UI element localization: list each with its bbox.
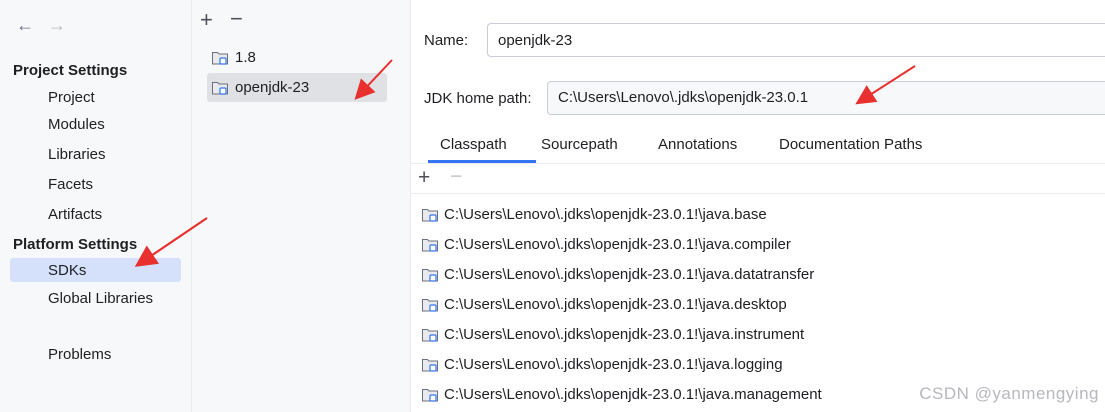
folder-icon xyxy=(212,82,228,95)
name-field[interactable] xyxy=(487,23,1105,57)
folder-icon xyxy=(422,359,438,372)
toolbar-divider xyxy=(411,193,1105,194)
classpath-row[interactable]: C:\Users\Lenovo\.jdks\openjdk-23.0.1!\ja… xyxy=(421,350,783,380)
nav-item-global-libraries[interactable]: Global Libraries xyxy=(48,290,153,307)
sdk-item-label: 1.8 xyxy=(235,49,256,66)
classpath-path: C:\Users\Lenovo\.jdks\openjdk-23.0.1!\ja… xyxy=(444,386,822,403)
minus-icon[interactable]: − xyxy=(230,8,243,30)
folder-icon xyxy=(422,299,438,312)
classpath-path: C:\Users\Lenovo\.jdks\openjdk-23.0.1!\ja… xyxy=(444,326,805,343)
nav-item-sdks[interactable]: SDKs xyxy=(48,262,86,279)
nav-item-problems[interactable]: Problems xyxy=(48,346,111,363)
nav-item-artifacts[interactable]: Artifacts xyxy=(48,206,102,223)
classpath-path: C:\Users\Lenovo\.jdks\openjdk-23.0.1!\ja… xyxy=(444,356,783,373)
folder-icon xyxy=(422,239,438,252)
classpath-path: C:\Users\Lenovo\.jdks\openjdk-23.0.1!\ja… xyxy=(444,296,787,313)
settings-nav: ← → Project Settings Project Modules Lib… xyxy=(0,0,192,412)
jdk-home-path-field[interactable]: C:\Users\Lenovo\.jdks\openjdk-23.0.1 xyxy=(547,81,1105,115)
folder-icon xyxy=(422,329,438,342)
classpath-row[interactable]: C:\Users\Lenovo\.jdks\openjdk-23.0.1!\ja… xyxy=(421,200,767,230)
folder-icon xyxy=(422,269,438,282)
sdk-item-label: openjdk-23 xyxy=(235,79,310,96)
name-label: Name: xyxy=(424,32,469,49)
plus-icon[interactable]: + xyxy=(200,9,213,31)
folder-icon xyxy=(422,389,438,402)
classpath-path: C:\Users\Lenovo\.jdks\openjdk-23.0.1!\ja… xyxy=(444,206,767,223)
classpath-path: C:\Users\Lenovo\.jdks\openjdk-23.0.1!\ja… xyxy=(444,236,791,253)
classpath-path: C:\Users\Lenovo\.jdks\openjdk-23.0.1!\ja… xyxy=(444,266,815,283)
classpath-row[interactable]: C:\Users\Lenovo\.jdks\openjdk-23.0.1!\ja… xyxy=(421,230,791,260)
tab-sourcepath[interactable]: Sourcepath xyxy=(541,136,618,153)
sdk-details-panel: Name: JDK home path: C:\Users\Lenovo\.jd… xyxy=(411,0,1105,412)
watermark: CSDN @yanmengying xyxy=(919,384,1099,403)
arrow-right-icon[interactable]: → xyxy=(48,16,66,34)
folder-icon xyxy=(212,52,228,65)
classpath-row[interactable]: C:\Users\Lenovo\.jdks\openjdk-23.0.1!\ja… xyxy=(421,380,822,410)
classpath-row[interactable]: C:\Users\Lenovo\.jdks\openjdk-23.0.1!\ja… xyxy=(421,290,787,320)
nav-selection-highlight xyxy=(10,258,181,282)
nav-item-project[interactable]: Project xyxy=(48,89,95,106)
tab-classpath[interactable]: Classpath xyxy=(440,136,507,153)
nav-item-libraries[interactable]: Libraries xyxy=(48,146,106,163)
tab-annotations[interactable]: Annotations xyxy=(658,136,737,153)
jdk-home-path-label: JDK home path: xyxy=(424,90,532,107)
sdk-item-openjdk-23[interactable]: openjdk-23 xyxy=(207,74,309,102)
tab-divider xyxy=(411,163,1105,164)
folder-icon xyxy=(422,209,438,222)
platform-settings-title: Platform Settings xyxy=(13,236,138,253)
plus-icon[interactable]: + xyxy=(418,167,430,189)
tab-documentation-paths[interactable]: Documentation Paths xyxy=(779,136,922,153)
minus-icon[interactable]: − xyxy=(450,166,462,188)
sdk-list-panel: + − 1.8 openjdk-23 xyxy=(192,0,411,412)
project-settings-title: Project Settings xyxy=(13,62,128,79)
arrow-left-icon[interactable]: ← xyxy=(16,16,34,34)
nav-item-modules[interactable]: Modules xyxy=(48,116,105,133)
sdk-item-1-8[interactable]: 1.8 xyxy=(207,44,256,72)
classpath-row[interactable]: C:\Users\Lenovo\.jdks\openjdk-23.0.1!\ja… xyxy=(421,260,814,290)
classpath-row[interactable]: C:\Users\Lenovo\.jdks\openjdk-23.0.1!\ja… xyxy=(421,320,804,350)
nav-item-facets[interactable]: Facets xyxy=(48,176,93,193)
